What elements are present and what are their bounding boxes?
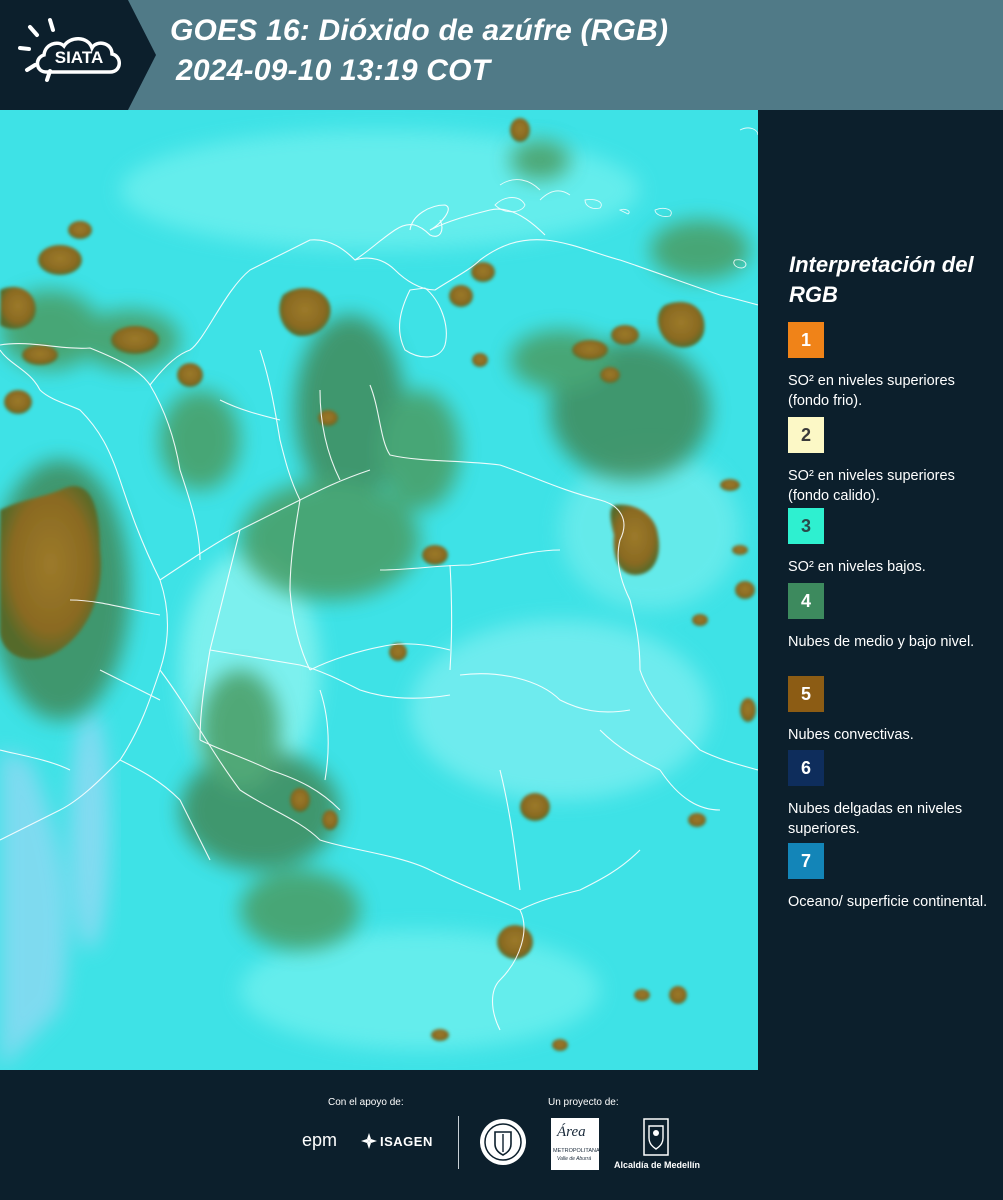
legend-label: Nubes de medio y bajo nivel. xyxy=(788,634,975,650)
legend-panel: Interpretación del RGB 1 SO² en niveles … xyxy=(758,110,1003,1070)
legend-label: SO² en niveles superiores (fondo frio). xyxy=(788,373,955,409)
legend-swatch-7: 7 xyxy=(788,843,824,879)
legend-label: Oceano/ superficie continental. xyxy=(788,894,988,910)
project-caption: Un proyecto de: xyxy=(548,1097,619,1108)
legend-title: Interpretación del RGB xyxy=(789,252,974,307)
legend-item: 3 SO² en niveles bajos. xyxy=(788,508,988,577)
legend-swatch-5: 5 xyxy=(788,676,824,712)
legend-item: 6 Nubes delgadas en niveles superiores. xyxy=(788,750,988,839)
page-title: GOES 16: Dióxido de azúfre (RGB) xyxy=(170,14,669,47)
alcaldia-crest-icon xyxy=(643,1118,669,1161)
area-logo-text: Área xyxy=(557,1124,586,1140)
epm-logo: epm xyxy=(302,1130,338,1150)
legend-swatch-4: 4 xyxy=(788,583,824,619)
legend-label: Nubes delgadas en niveles superiores. xyxy=(788,801,963,837)
alcaldia-logo-text: Alcaldía de Medellín xyxy=(614,1160,701,1170)
area-logo-sub1: METROPOLITANA xyxy=(553,1148,600,1154)
map-canvas xyxy=(0,110,758,1070)
legend-label: SO² en niveles superiores (fondo calido)… xyxy=(788,468,955,504)
siata-logo: SIATA xyxy=(0,0,156,110)
legend-item: 1 SO² en niveles superiores (fondo frio)… xyxy=(788,322,988,411)
area-metropolitana-logo: Área METROPOLITANA Valle de Aburrá xyxy=(551,1118,600,1170)
footer: Con el apoyo de: Un proyecto de: epm ISA… xyxy=(0,1070,1003,1200)
isagen-logo: ISAGEN xyxy=(380,1134,433,1149)
legend-swatch-6: 6 xyxy=(788,750,824,786)
support-caption: Con el apoyo de: xyxy=(328,1097,404,1108)
footer-divider xyxy=(458,1116,459,1169)
logo-text: SIATA xyxy=(55,48,103,67)
legend-swatch-1: 1 xyxy=(788,322,824,358)
medellin-seal-icon xyxy=(479,1118,527,1171)
legend-item: 7 Oceano/ superficie continental. xyxy=(788,843,988,912)
legend-item: 5 Nubes convectivas. xyxy=(788,676,988,745)
legend-swatch-2: 2 xyxy=(788,417,824,453)
satellite-map[interactable] xyxy=(0,110,758,1070)
legend-label: SO² en niveles bajos. xyxy=(788,559,926,575)
header-bar: SIATA GOES 16: Dióxido de azúfre (RGB) 2… xyxy=(0,0,1003,110)
legend-item: 4 Nubes de medio y bajo nivel. xyxy=(788,583,988,652)
isagen-icon xyxy=(360,1132,378,1155)
legend-swatch-3: 3 xyxy=(788,508,824,544)
legend-label: Nubes convectivas. xyxy=(788,727,914,743)
page-timestamp: 2024-09-10 13:19 COT xyxy=(176,54,491,87)
area-logo-sub2: Valle de Aburrá xyxy=(557,1156,592,1162)
legend-item: 2 SO² en niveles superiores (fondo calid… xyxy=(788,417,988,506)
